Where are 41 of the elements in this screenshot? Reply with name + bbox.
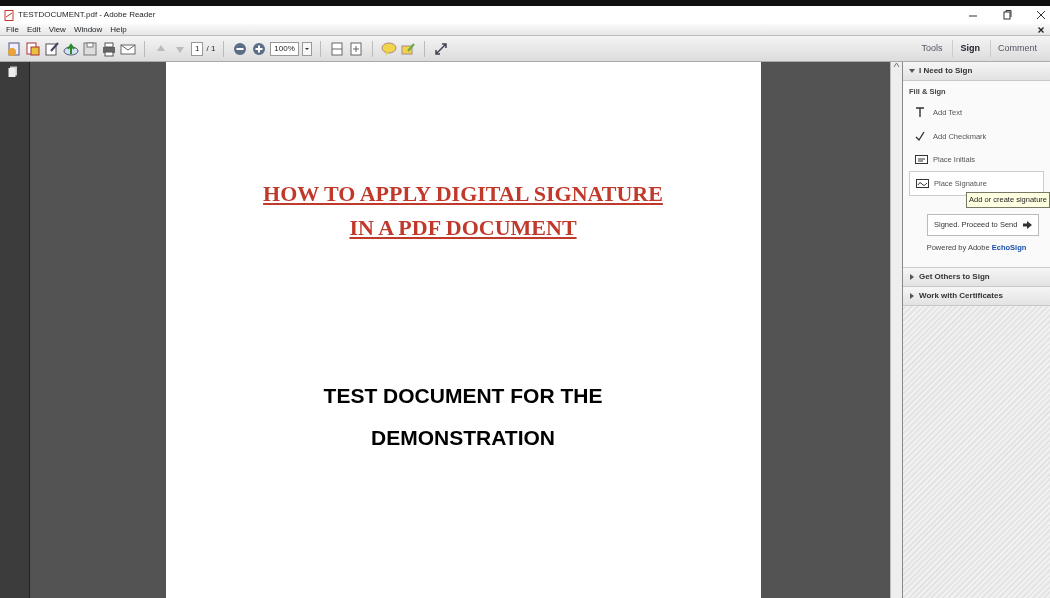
document-title-line: HOW TO APPLY DIGITAL SIGNATURE [263,181,663,206]
speech-bubble-icon[interactable] [380,40,397,57]
print-icon[interactable] [101,40,117,57]
tab[interactable]: Tools [914,39,950,58]
close-icon[interactable] [1036,10,1046,20]
zoom-out-icon[interactable] [232,40,249,57]
files-icon[interactable] [25,40,41,57]
zoom-field[interactable]: 100% [270,41,299,56]
tab[interactable]: Sign [952,39,987,58]
document-text-line: TEST DOCUMENT FOR THE [323,383,603,409]
expanded-caret-icon [909,68,915,74]
menu-item[interactable]: View [48,23,66,36]
page-number-field[interactable]: 1 [191,41,204,56]
document-title-line: IN A PDF DOCUMENT [349,215,577,240]
menu-item[interactable]: Help [110,23,127,36]
initials-icon [915,153,928,165]
tab[interactable]: Comment [990,39,1044,58]
section-header[interactable]: I Need to Sign [903,62,1050,81]
window-title: TESTDOCUMENT.pdf - Adobe Reader [18,9,156,21]
page-count: / 1 [206,42,216,55]
document-text-line: DEMONSTRATION [371,425,555,451]
pdf-file-icon [4,9,14,21]
close-icon[interactable] [1038,26,1044,33]
dropdown-icon[interactable] [301,41,312,56]
signature-icon [916,178,929,190]
collapsed-caret-icon [909,273,915,280]
zoom-in-icon[interactable] [251,40,268,57]
fit-width-icon[interactable] [347,40,364,57]
collapsed-caret-icon [909,292,915,299]
menu-item[interactable]: Window [73,23,103,36]
pages-icon[interactable] [8,66,18,78]
arrow-right-icon [1023,220,1033,229]
scroll-up-icon[interactable] [893,62,900,68]
restore-icon[interactable] [1002,10,1012,20]
edit-document-icon[interactable] [44,40,60,57]
expand-icon[interactable] [432,40,449,57]
fit-page-icon[interactable] [328,40,345,57]
save-icon[interactable] [82,40,98,57]
menu-item[interactable]: Edit [26,23,41,36]
menu-item[interactable]: File [6,23,19,36]
create-file-icon[interactable] [6,40,22,57]
